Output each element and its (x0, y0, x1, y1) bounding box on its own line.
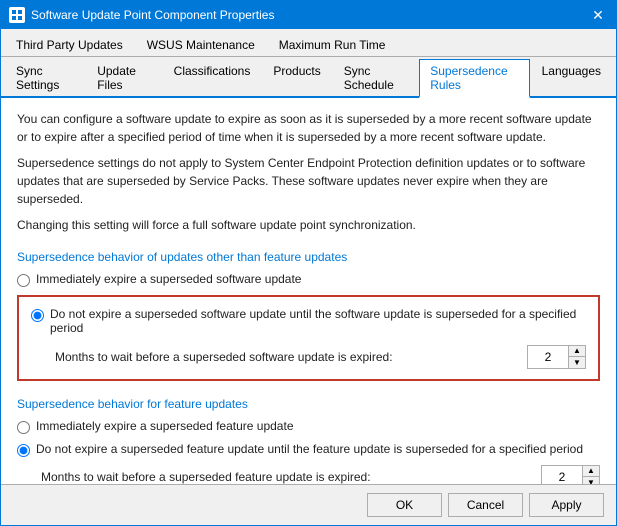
spinner-buttons-1: ▲ ▼ (568, 346, 585, 368)
tab-classifications[interactable]: Classifications (163, 59, 262, 96)
radio-option-feature-do-not-expire: Do not expire a superseded feature updat… (17, 442, 600, 457)
radio-feature-do-not-expire[interactable] (17, 444, 30, 457)
apply-button[interactable]: Apply (529, 493, 604, 517)
window-title: Software Update Point Component Properti… (31, 8, 588, 22)
paragraph-2: Supersedence settings do not apply to Sy… (17, 154, 600, 208)
cancel-button[interactable]: Cancel (448, 493, 523, 517)
tab-supersedence-rules[interactable]: Supersedence Rules (419, 59, 529, 98)
highlighted-section: Do not expire a superseded software upda… (17, 295, 600, 381)
tab-maximum-run-time[interactable]: Maximum Run Time (268, 33, 397, 56)
tab-row-1: Third Party Updates WSUS Maintenance Max… (1, 29, 616, 57)
radio-option-expire-immediately: Immediately expire a superseded software… (17, 272, 600, 287)
ok-button[interactable]: OK (367, 493, 442, 517)
radio-option-feature-expire-immediately: Immediately expire a superseded feature … (17, 419, 600, 434)
spinner-up-2[interactable]: ▲ (583, 466, 599, 477)
spinner-buttons-2: ▲ ▼ (582, 466, 599, 484)
radio-do-not-expire[interactable] (31, 309, 44, 322)
months-row-1: Months to wait before a superseded softw… (31, 345, 586, 369)
tab-third-party-updates[interactable]: Third Party Updates (5, 33, 134, 56)
months-label-1: Months to wait before a superseded softw… (55, 350, 393, 364)
section1-label: Supersedence behavior of updates other t… (17, 250, 600, 264)
tab-products[interactable]: Products (262, 59, 331, 96)
months-input-1[interactable] (528, 346, 568, 368)
months-row-2: Months to wait before a superseded featu… (17, 465, 600, 484)
tab-sync-schedule[interactable]: Sync Schedule (333, 59, 419, 96)
paragraph-1: You can configure a software update to e… (17, 110, 600, 146)
tab-update-files[interactable]: Update Files (86, 59, 161, 96)
tab-sync-settings[interactable]: Sync Settings (5, 59, 85, 96)
radio-expire-immediately[interactable] (17, 274, 30, 287)
spinner-up-1[interactable]: ▲ (569, 346, 585, 357)
radio-do-not-expire-label: Do not expire a superseded software upda… (50, 307, 586, 335)
radio-option-do-not-expire: Do not expire a superseded software upda… (31, 307, 586, 335)
button-bar: OK Cancel Apply (1, 484, 616, 525)
content-area: You can configure a software update to e… (1, 98, 616, 484)
section2-label: Supersedence behavior for feature update… (17, 397, 600, 411)
window-icon (9, 7, 25, 23)
tab-row-2: Sync Settings Update Files Classificatio… (1, 57, 616, 98)
months-spinner-1: ▲ ▼ (527, 345, 586, 369)
months-input-2[interactable] (542, 466, 582, 484)
spinner-down-1[interactable]: ▼ (569, 357, 585, 368)
months-spinner-2: ▲ ▼ (541, 465, 600, 484)
close-button[interactable]: ✕ (588, 5, 608, 25)
paragraph-3: Changing this setting will force a full … (17, 216, 600, 234)
radio-feature-expire-immediately-label: Immediately expire a superseded feature … (36, 419, 294, 433)
months-label-2: Months to wait before a superseded featu… (41, 470, 371, 484)
tab-wsus-maintenance[interactable]: WSUS Maintenance (136, 33, 266, 56)
title-bar: Software Update Point Component Properti… (1, 1, 616, 29)
main-window: Software Update Point Component Properti… (0, 0, 617, 526)
spinner-down-2[interactable]: ▼ (583, 477, 599, 484)
radio-expire-immediately-label: Immediately expire a superseded software… (36, 272, 301, 286)
radio-feature-do-not-expire-label: Do not expire a superseded feature updat… (36, 442, 583, 456)
radio-feature-expire-immediately[interactable] (17, 421, 30, 434)
tab-languages[interactable]: Languages (531, 59, 612, 96)
